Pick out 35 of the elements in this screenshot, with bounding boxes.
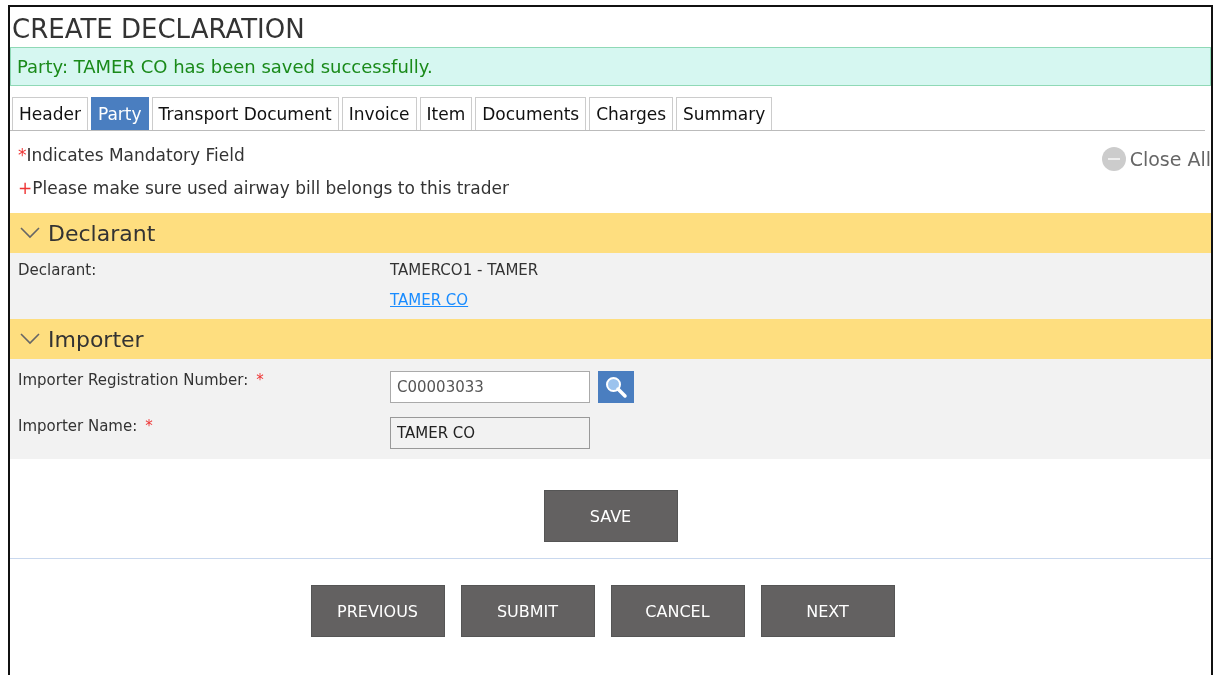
nav-button[interactable]: CANCEL bbox=[610, 585, 745, 637]
required-marker: * bbox=[256, 371, 264, 389]
section-header[interactable]: Importer bbox=[10, 319, 1211, 359]
section-title: Declarant bbox=[48, 220, 156, 246]
nav-button[interactable]: NEXT bbox=[760, 585, 895, 637]
section-title: Importer bbox=[48, 326, 144, 352]
section-header[interactable]: Declarant bbox=[10, 213, 1211, 253]
field-label: Importer Name: bbox=[18, 417, 138, 435]
tab[interactable]: Transport Document bbox=[151, 97, 339, 130]
tab[interactable]: Summary bbox=[676, 97, 773, 130]
save-button[interactable]: SAVE bbox=[543, 490, 678, 542]
note-marker: * bbox=[18, 145, 27, 165]
close-all-button[interactable]: Close All bbox=[1101, 147, 1211, 171]
field-label: Importer Registration Number: bbox=[18, 371, 249, 389]
nav-button[interactable]: PREVIOUS bbox=[310, 585, 445, 637]
tab[interactable]: Invoice bbox=[341, 97, 417, 130]
nav-button[interactable]: SUBMIT bbox=[460, 585, 595, 637]
tab[interactable]: Header bbox=[12, 97, 88, 130]
note-marker: + bbox=[18, 178, 33, 198]
success-message: Party: TAMER CO has been saved successfully. bbox=[10, 47, 1211, 86]
page-title: CREATE DECLARATION bbox=[11, 13, 306, 46]
field-label: Declarant: bbox=[18, 261, 97, 279]
search-icon bbox=[604, 375, 628, 399]
minus-circle-icon bbox=[1101, 147, 1126, 171]
required-marker: * bbox=[145, 417, 153, 435]
tab[interactable]: Documents bbox=[475, 97, 587, 130]
tab[interactable]: Charges bbox=[589, 97, 674, 130]
note-text: Indicates Mandatory Field bbox=[26, 145, 245, 165]
search-button[interactable] bbox=[598, 371, 634, 403]
input-field[interactable]: C00003033 bbox=[390, 371, 590, 403]
tab[interactable]: Party bbox=[90, 97, 149, 130]
field-value: TAMERCO1 - TAMER bbox=[390, 261, 540, 279]
tab[interactable]: Item bbox=[419, 97, 473, 130]
note-text: Please make sure used airway bill belongs to this trader bbox=[32, 178, 509, 198]
readonly-field[interactable]: TAMER CO bbox=[390, 417, 590, 449]
